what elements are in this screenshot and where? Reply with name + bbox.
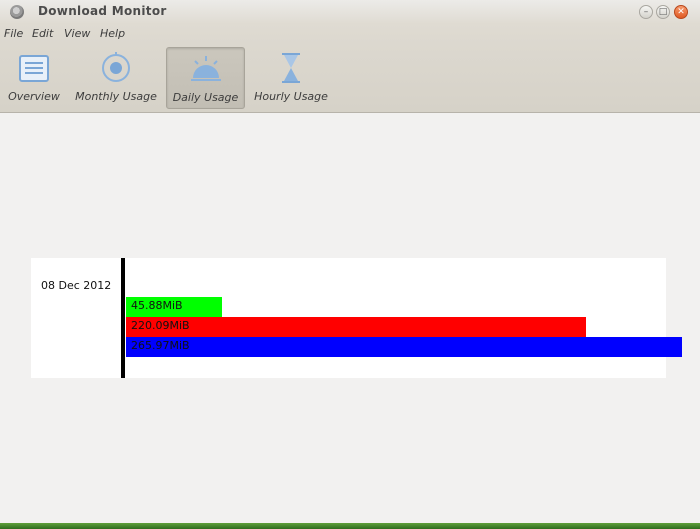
- toolbar-hourly-usage-button[interactable]: Hourly Usage: [250, 47, 332, 109]
- bar-value-label: 265.97MiB: [131, 339, 190, 352]
- chart-axis-line: [121, 258, 125, 378]
- app-icon: [10, 5, 24, 19]
- toolbar-monthly-usage-button[interactable]: Monthly Usage: [72, 47, 160, 109]
- menu-edit[interactable]: Edit: [32, 27, 53, 40]
- desktop-background: [0, 523, 700, 529]
- toolbar-overview-button[interactable]: Overview: [3, 47, 65, 109]
- menu-help[interactable]: Help: [100, 27, 125, 40]
- bar-3: [126, 337, 682, 357]
- download-monitor-window: Download Monitor – □ ✕ File Edit View He…: [0, 0, 700, 523]
- maximize-button[interactable]: □: [656, 5, 670, 19]
- menu-view[interactable]: View: [64, 27, 90, 40]
- hourly-usage-icon: [282, 53, 300, 83]
- close-button[interactable]: ✕: [674, 5, 688, 19]
- toolbar-label: Daily Usage: [172, 91, 239, 104]
- monthly-usage-icon: [102, 52, 130, 82]
- toolbar: Overview Monthly Usage Daily Usage Hourl…: [0, 44, 700, 113]
- daily-usage-chart: 08 Dec 2012 45.88MiB 220.09MiB 265.97MiB: [31, 258, 682, 378]
- menu-file[interactable]: File: [4, 27, 23, 40]
- toolbar-daily-usage-button[interactable]: Daily Usage: [166, 47, 245, 109]
- bar-value-label: 45.88MiB: [131, 299, 183, 312]
- menu-bar: File Edit View Help: [0, 24, 700, 44]
- window-title: Download Monitor: [38, 4, 167, 18]
- toolbar-label: Hourly Usage: [254, 90, 328, 103]
- toolbar-label: Monthly Usage: [75, 90, 157, 103]
- bar-value-label: 220.09MiB: [131, 319, 190, 332]
- category-label: 08 Dec 2012: [41, 279, 112, 292]
- title-bar[interactable]: Download Monitor – □ ✕: [0, 0, 700, 24]
- toolbar-label: Overview: [8, 90, 60, 103]
- bar-2: [126, 317, 586, 337]
- minimize-button[interactable]: –: [639, 5, 653, 19]
- daily-usage-icon: [191, 56, 221, 81]
- overview-icon: [19, 55, 49, 82]
